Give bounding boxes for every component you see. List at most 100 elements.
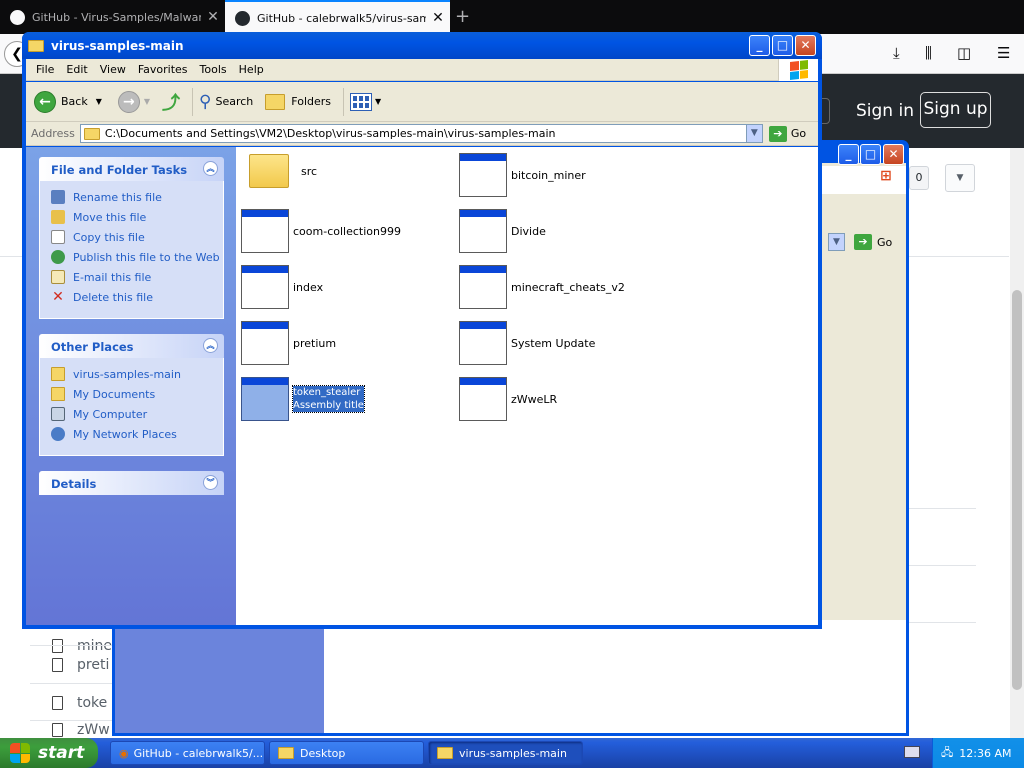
- rename-icon: [51, 190, 65, 204]
- address-input[interactable]: C:\Documents and Settings\VM2\Desktop\vi…: [79, 124, 763, 143]
- place-link[interactable]: virus-samples-main: [51, 364, 223, 384]
- file-label-selected: token_stealer Assembly title: [292, 385, 365, 413]
- taskbar-item-explorer[interactable]: virus-samples-main: [428, 741, 583, 765]
- email-file-link[interactable]: E-mail this file: [51, 267, 223, 287]
- menu-help[interactable]: Help: [233, 63, 270, 76]
- browser-tab-active[interactable]: GitHub - calebrwalk5/virus-sample ✕: [225, 0, 450, 34]
- minimize-button[interactable]: _: [749, 35, 770, 56]
- search-button[interactable]: ⚲ Search: [199, 92, 253, 112]
- forward-arrow-icon: →: [117, 90, 140, 113]
- list-item[interactable]: preti: [30, 645, 125, 683]
- file-item-selected[interactable]: token_stealer Assembly title: [241, 377, 365, 421]
- delete-file-link[interactable]: ✕ Delete this file: [51, 287, 223, 307]
- chevron-down-icon[interactable]: ▼: [375, 97, 381, 106]
- sign-in-link[interactable]: Sign in: [856, 101, 914, 121]
- folders-button[interactable]: Folders: [265, 93, 331, 110]
- place-link[interactable]: My Network Places: [51, 424, 223, 444]
- forward-button[interactable]: → ▼: [117, 90, 150, 113]
- file-link[interactable]: toke: [77, 695, 107, 711]
- delete-icon: ✕: [52, 289, 64, 305]
- go-label[interactable]: Go: [877, 236, 892, 249]
- maximize-button[interactable]: □: [860, 144, 881, 165]
- menu-tools[interactable]: Tools: [194, 63, 233, 76]
- file-label: System Update: [511, 336, 596, 350]
- toolbar-separator: [192, 87, 194, 116]
- task-label: Move this file: [73, 210, 147, 224]
- up-folder-icon[interactable]: ⤴: [162, 89, 180, 115]
- collapse-icon[interactable]: ︽: [203, 161, 218, 176]
- chevron-down-icon[interactable]: ▼: [945, 164, 975, 192]
- place-link[interactable]: My Computer: [51, 404, 223, 424]
- list-item[interactable]: zWw: [30, 720, 125, 738]
- taskbar-item-browser[interactable]: ◉ GitHub - calebrwalk5/...: [110, 741, 265, 765]
- back-button[interactable]: ← Back ▼: [34, 90, 102, 113]
- list-item[interactable]: toke: [30, 683, 125, 721]
- file-item[interactable]: System Update: [459, 321, 595, 365]
- chevron-down-icon[interactable]: ▼: [96, 97, 102, 106]
- details-header[interactable]: Details ︾: [39, 471, 224, 495]
- menu-edit[interactable]: Edit: [60, 63, 93, 76]
- minimize-button[interactable]: _: [838, 144, 859, 165]
- menu-view[interactable]: View: [94, 63, 132, 76]
- menu-favorites[interactable]: Favorites: [132, 63, 194, 76]
- network-icon[interactable]: 🖧: [941, 744, 953, 763]
- go-arrow-icon[interactable]: ➔: [854, 234, 872, 250]
- place-link[interactable]: My Documents: [51, 384, 223, 404]
- file-item[interactable]: pretium: [241, 321, 336, 365]
- close-button[interactable]: ✕: [795, 35, 816, 56]
- other-places-header[interactable]: Other Places ︽: [39, 334, 224, 358]
- start-button[interactable]: start: [0, 738, 98, 768]
- menu-icon[interactable]: ☰: [997, 44, 1010, 62]
- chevron-down-icon[interactable]: ▼: [745, 125, 762, 142]
- background-addressbar: ▼ ➔ Go: [820, 232, 905, 254]
- expand-icon[interactable]: ︾: [203, 475, 218, 490]
- folder-icon: [83, 127, 100, 140]
- clock[interactable]: 12:36 AM: [959, 747, 1011, 760]
- maximize-button[interactable]: □: [772, 35, 793, 56]
- file-item[interactable]: bitcoin_miner: [459, 153, 586, 197]
- file-item[interactable]: Divide: [459, 209, 546, 253]
- place-label: My Computer: [73, 407, 148, 421]
- download-icon[interactable]: ⤓: [893, 44, 900, 62]
- task-label: Publish this file to the Web: [73, 250, 220, 264]
- file-tasks-header[interactable]: File and Folder Tasks ︽: [39, 157, 224, 181]
- file-item[interactable]: minecraft_cheats_v2: [459, 265, 625, 309]
- folder-item[interactable]: src: [241, 154, 317, 188]
- copy-file-link[interactable]: Copy this file: [51, 227, 223, 247]
- scrollbar-thumb[interactable]: [1012, 290, 1022, 690]
- new-tab-button[interactable]: +: [455, 6, 470, 27]
- menu-file[interactable]: File: [30, 63, 60, 76]
- go-button[interactable]: Go: [791, 127, 806, 140]
- keyboard-icon[interactable]: [904, 746, 920, 758]
- move-file-link[interactable]: Move this file: [51, 207, 223, 227]
- file-tasks-title: File and Folder Tasks: [51, 163, 188, 177]
- close-icon[interactable]: ✕: [426, 10, 450, 26]
- file-item[interactable]: zWweLR: [459, 377, 557, 421]
- rename-file-link[interactable]: Rename this file: [51, 187, 223, 207]
- system-tray: 🖧 12:36 AM: [932, 738, 1024, 768]
- file-item[interactable]: index: [241, 265, 323, 309]
- details-title: Details: [51, 477, 97, 491]
- sidebar-icon[interactable]: ◫: [957, 44, 971, 62]
- close-icon[interactable]: ✕: [201, 9, 225, 25]
- file-link[interactable]: preti: [77, 657, 109, 673]
- window-titlebar[interactable]: virus-samples-main: [22, 32, 822, 59]
- divider: [909, 622, 976, 623]
- application-icon: [459, 265, 507, 309]
- publish-file-link[interactable]: Publish this file to the Web: [51, 247, 223, 267]
- go-arrow-icon[interactable]: ➔: [768, 125, 787, 142]
- application-icon: [459, 377, 507, 421]
- taskbar-item-label: Desktop: [300, 746, 346, 760]
- move-icon: [51, 210, 65, 224]
- browser-tab[interactable]: GitHub - Virus-Samples/Malware-S ✕: [0, 0, 225, 34]
- chevron-down-icon[interactable]: ▼: [828, 233, 845, 251]
- views-button[interactable]: ▼: [350, 92, 381, 111]
- collapse-icon[interactable]: ︽: [203, 338, 218, 353]
- library-icon[interactable]: ⫼: [925, 44, 932, 62]
- file-item[interactable]: coom-collection999: [241, 209, 401, 253]
- close-button[interactable]: ✕: [883, 144, 904, 165]
- taskbar-item-desktop[interactable]: Desktop: [269, 741, 424, 765]
- file-label: zWweLR: [511, 392, 558, 406]
- sign-up-button[interactable]: Sign up: [920, 92, 991, 128]
- file-link[interactable]: zWw: [77, 722, 110, 738]
